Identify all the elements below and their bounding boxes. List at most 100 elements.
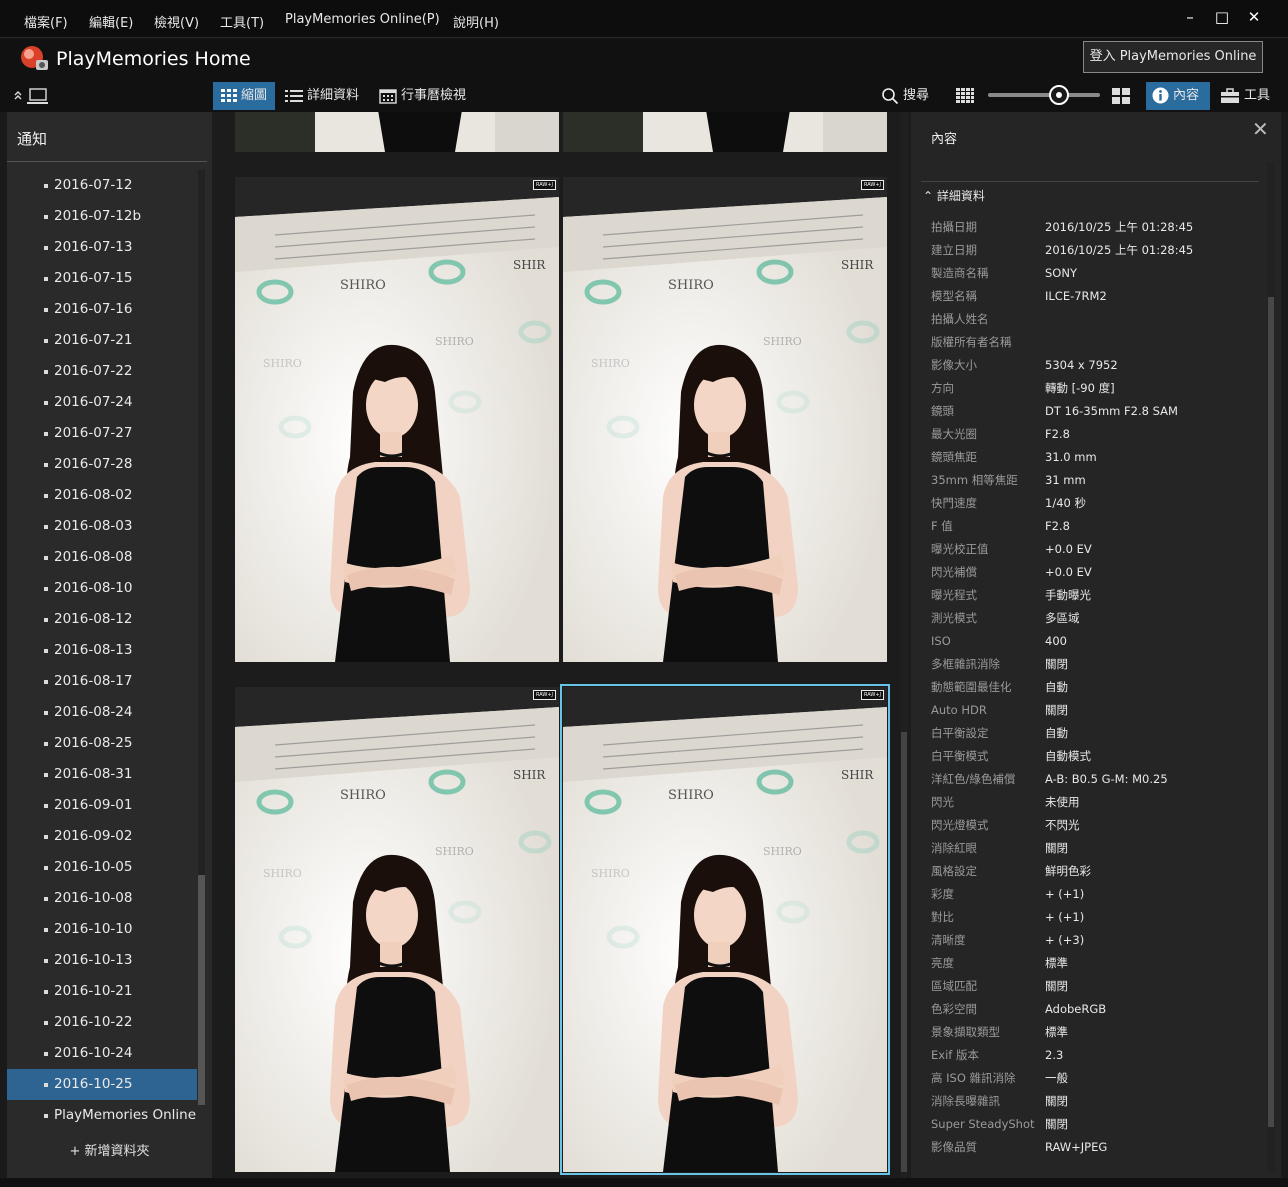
property-value: 關閉 (1045, 979, 1068, 993)
maximize-button[interactable]: □ (1211, 8, 1233, 26)
folder-item[interactable]: 2016-07-15 (7, 263, 197, 294)
property-value: + (+3) (1045, 933, 1085, 947)
property-row: 彩度 + (+1) (931, 883, 1261, 906)
folder-label: 2016-07-12 (54, 177, 133, 193)
details-view-tab[interactable]: 詳細資料 (285, 82, 359, 110)
property-row: 閃光補償 +0.0 EV (931, 561, 1261, 584)
info-panel-button[interactable]: 內容 (1146, 82, 1210, 110)
folder-item[interactable]: 2016-08-03 (7, 511, 197, 542)
thumbnail-partial[interactable] (235, 112, 559, 152)
thumbnail[interactable]: SHIRO SHIR SHIRO SHIRO RAW+J (560, 684, 890, 1175)
calendar-icon (379, 88, 397, 104)
property-list: 拍攝日期 2016/10/25 上午 01:28:45 建立日期 2016/10/25… (931, 216, 1261, 1159)
folder-label: 2016-10-21 (54, 983, 133, 999)
folder-item[interactable]: 2016-10-13 (7, 945, 197, 976)
notifications-header[interactable]: 通知 (17, 128, 47, 149)
folder-item[interactable]: 2016-08-08 (7, 542, 197, 573)
property-value: ILCE-7RM2 (1045, 289, 1107, 303)
thumbnail-scrollbar[interactable] (900, 112, 908, 1178)
folder-item[interactable]: 2016-07-12 (7, 170, 197, 201)
property-name: 對比 (931, 910, 954, 924)
properties-scrollbar[interactable] (1267, 162, 1275, 1172)
properties-scrollbar-thumb[interactable] (1268, 297, 1274, 1127)
thumbnail-scrollbar-thumb[interactable] (901, 732, 907, 1172)
thumbnail-partial[interactable] (563, 112, 887, 152)
thumbnail[interactable]: SHIRO SHIR SHIRO SHIRO RAW+J (235, 687, 559, 1172)
folder-item[interactable]: 2016-08-31 (7, 759, 197, 790)
collapse-panel-button[interactable] (12, 82, 52, 110)
folder-item[interactable]: 2016-10-25 (7, 1069, 197, 1100)
close-panel-icon[interactable]: ✕ (1252, 117, 1269, 141)
bullet-icon (44, 649, 48, 653)
folder-item[interactable]: PlayMemories Online (7, 1100, 197, 1131)
folder-item[interactable]: 2016-08-13 (7, 635, 197, 666)
zoom-slider-track[interactable] (988, 93, 1100, 97)
property-name: 白平衡模式 (931, 749, 989, 763)
folder-label: 2016-10-05 (54, 859, 133, 875)
app-logo-icon (21, 46, 48, 70)
folder-item[interactable]: 2016-08-24 (7, 697, 197, 728)
folder-item[interactable]: 2016-08-17 (7, 666, 197, 697)
property-row: Super SteadyShot 關閉 (931, 1113, 1261, 1136)
menu-file[interactable]: 檔案(F) (24, 12, 68, 31)
menu-playmemories-online[interactable]: PlayMemories Online(P) (285, 12, 440, 27)
details-section-title: 詳細資料 (936, 189, 985, 203)
property-row: 建立日期 2016/10/25 上午 01:28:45 (931, 239, 1261, 262)
folder-item[interactable]: 2016-10-21 (7, 976, 197, 1007)
small-thumbnails-button[interactable] (955, 82, 975, 110)
folder-item[interactable]: 2016-10-24 (7, 1038, 197, 1069)
new-folder-button[interactable]: + 新增資料夾 (7, 1140, 212, 1159)
folder-scrollbar[interactable] (198, 170, 205, 1105)
close-window-button[interactable]: ✕ (1243, 8, 1265, 26)
folder-scrollbar-thumb[interactable] (198, 875, 205, 1105)
folder-label: 2016-07-15 (54, 270, 133, 286)
property-name: 風格設定 (931, 864, 977, 878)
folder-item[interactable]: 2016-07-24 (7, 387, 197, 418)
zoom-slider-knob[interactable] (1049, 85, 1069, 105)
menu-view[interactable]: 檢視(V) (154, 12, 199, 31)
property-name: 動態範圍最佳化 (931, 680, 1012, 694)
large-thumbnails-button[interactable] (1111, 82, 1131, 110)
folder-item[interactable]: 2016-07-22 (7, 356, 197, 387)
folder-item[interactable]: 2016-07-27 (7, 418, 197, 449)
folder-item[interactable]: 2016-07-21 (7, 325, 197, 356)
tools-button[interactable]: 工具 (1220, 82, 1270, 110)
folder-item[interactable]: 2016-08-25 (7, 728, 197, 759)
calendar-view-tab[interactable]: 行事曆檢視 (379, 82, 466, 110)
folder-item[interactable]: 2016-07-12b (7, 201, 197, 232)
folder-item[interactable]: 2016-07-28 (7, 449, 197, 480)
folder-item[interactable]: 2016-08-10 (7, 573, 197, 604)
property-row: 拍攝人姓名 (931, 308, 1261, 331)
folder-item[interactable]: 2016-09-01 (7, 790, 197, 821)
details-section-toggle[interactable]: ⌃ 詳細資料 (923, 187, 985, 204)
property-row: 曝光程式 手動曝光 (931, 584, 1261, 607)
login-playmemories-online-button[interactable]: 登入 PlayMemories Online (1083, 41, 1263, 73)
thumbnail[interactable]: SHIRO SHIR SHIRO SHIRO RAW+J (235, 177, 559, 662)
menu-help[interactable]: 說明(H) (453, 12, 499, 31)
folder-label: 2016-08-31 (54, 766, 133, 782)
thumbnail[interactable]: SHIRO SHIR SHIRO SHIRO RAW+J (563, 177, 887, 662)
menu-edit[interactable]: 編輯(E) (89, 12, 133, 31)
thumbnail-view-tab[interactable]: 縮圖 (213, 82, 275, 110)
property-row: 清晰度 + (+3) (931, 929, 1261, 952)
folder-item[interactable]: 2016-10-08 (7, 883, 197, 914)
menu-tools[interactable]: 工具(T) (220, 12, 264, 31)
bullet-icon (44, 494, 48, 498)
divider (921, 181, 1259, 182)
folder-item[interactable]: 2016-10-05 (7, 852, 197, 883)
minimize-button[interactable]: – (1179, 8, 1201, 26)
search-button[interactable]: 搜尋 (881, 82, 929, 110)
folder-label: 2016-08-03 (54, 518, 133, 534)
property-row: 模型名稱 ILCE-7RM2 (931, 285, 1261, 308)
folder-item[interactable]: 2016-07-16 (7, 294, 197, 325)
svg-text:SHIR: SHIR (841, 258, 874, 272)
folder-item[interactable]: 2016-10-10 (7, 914, 197, 945)
bullet-icon (44, 1083, 48, 1087)
folder-item[interactable]: 2016-08-12 (7, 604, 197, 635)
thumbnail-view-label: 縮圖 (241, 88, 268, 103)
folder-item[interactable]: 2016-07-13 (7, 232, 197, 263)
svg-text:SHIRO: SHIRO (435, 335, 474, 348)
folder-item[interactable]: 2016-09-02 (7, 821, 197, 852)
folder-item[interactable]: 2016-08-02 (7, 480, 197, 511)
folder-item[interactable]: 2016-10-22 (7, 1007, 197, 1038)
